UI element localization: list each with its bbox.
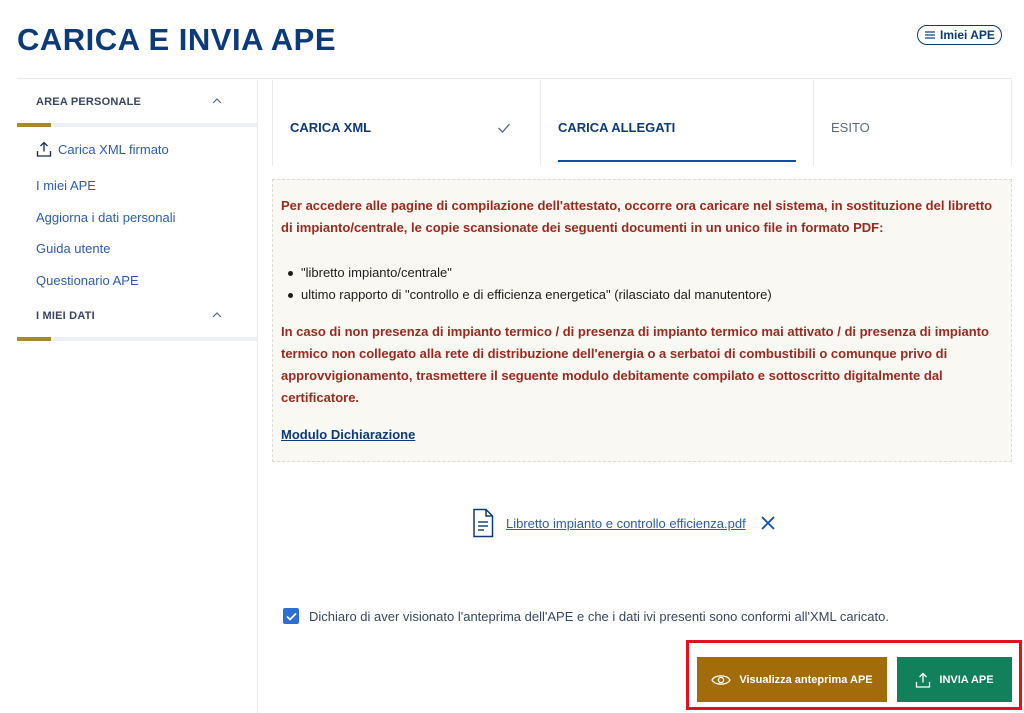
list-item: ultimo rapporto di "controllo e di effic… — [285, 284, 772, 306]
stepper: CARICA XML CARICA ALLEGATI ESITO — [272, 80, 1012, 166]
declaration-text: Dichiaro di aver visionato l'anteprima d… — [309, 608, 889, 624]
upload-icon — [36, 141, 52, 157]
declaration-checkbox[interactable] — [283, 608, 299, 624]
sidebar-item-questionario[interactable]: Questionario APE — [36, 273, 139, 288]
uploaded-file-link[interactable]: Libretto impianto e controllo efficienza… — [506, 516, 746, 531]
sidebar-section-miei-dati[interactable]: I MIEI DATI — [17, 294, 258, 338]
step-carica-xml[interactable]: CARICA XML — [272, 80, 541, 166]
header-divider — [17, 78, 1012, 79]
eye-icon — [711, 674, 732, 685]
sidebar-item-aggiorna-dati[interactable]: Aggiorna i dati personali — [36, 210, 175, 225]
my-ape-button[interactable]: Imiei APE — [917, 25, 1002, 45]
page-title: CARICA E INVIA APE — [17, 22, 337, 57]
list-item: "libretto impianto/centrale" — [285, 262, 772, 284]
preview-ape-label: Visualizza anteprima APE — [739, 673, 873, 686]
uploaded-file: Libretto impianto e controllo efficienza… — [472, 507, 776, 539]
sidebar-section-bar — [17, 337, 258, 341]
modulo-dichiarazione-link[interactable]: Modulo Dichiarazione — [281, 427, 415, 442]
declaration-row: Dichiaro di aver visionato l'anteprima d… — [283, 608, 889, 624]
send-ape-label: INVIA APE — [939, 673, 994, 686]
sidebar-item-miei-ape[interactable]: I miei APE — [36, 178, 96, 193]
sidebar-item-carica-xml[interactable]: Carica XML firmato — [36, 140, 169, 158]
chevron-up-icon[interactable] — [211, 96, 223, 106]
sidebar-section-accent — [17, 337, 51, 341]
step-esito[interactable]: ESITO — [814, 80, 1012, 166]
send-ape-button[interactable]: INVIA APE — [897, 657, 1012, 702]
sidebar-section-label: AREA PERSONALE — [36, 96, 142, 108]
document-icon — [473, 508, 494, 538]
instructions-note: In caso di non presenza di impianto term… — [281, 324, 989, 405]
preview-ape-button[interactable]: Visualizza anteprima APE — [697, 657, 887, 702]
list-icon — [925, 31, 935, 39]
sidebar-section-accent — [17, 123, 51, 127]
step-carica-allegati[interactable]: CARICA ALLEGATI — [541, 80, 814, 166]
instructions-box: Per accedere alle pagine di compilazione… — [272, 179, 1012, 462]
step-label: CARICA XML — [290, 120, 372, 135]
sidebar-item-label: Carica XML firmato — [58, 141, 169, 157]
active-step-indicator — [558, 160, 796, 162]
required-documents-list: "libretto impianto/centrale" ultimo rapp… — [285, 262, 772, 306]
sidebar-section-area-personale[interactable]: AREA PERSONALE — [17, 80, 257, 124]
chevron-up-icon[interactable] — [211, 310, 223, 320]
sidebar-section-bar — [17, 123, 258, 127]
close-icon[interactable] — [760, 515, 776, 531]
upload-icon — [916, 672, 931, 688]
sidebar: AREA PERSONALE Carica XML firmato I miei… — [17, 80, 258, 713]
sidebar-section-label: I MIEI DATI — [36, 310, 95, 322]
my-ape-button-label: Imiei APE — [940, 28, 995, 42]
check-icon — [285, 612, 297, 621]
check-icon — [498, 123, 510, 133]
step-label: CARICA ALLEGATI — [558, 120, 676, 135]
step-label: ESITO — [831, 120, 870, 135]
instructions-intro: Per accedere alle pagine di compilazione… — [281, 198, 993, 235]
sidebar-item-guida-utente[interactable]: Guida utente — [36, 241, 110, 256]
